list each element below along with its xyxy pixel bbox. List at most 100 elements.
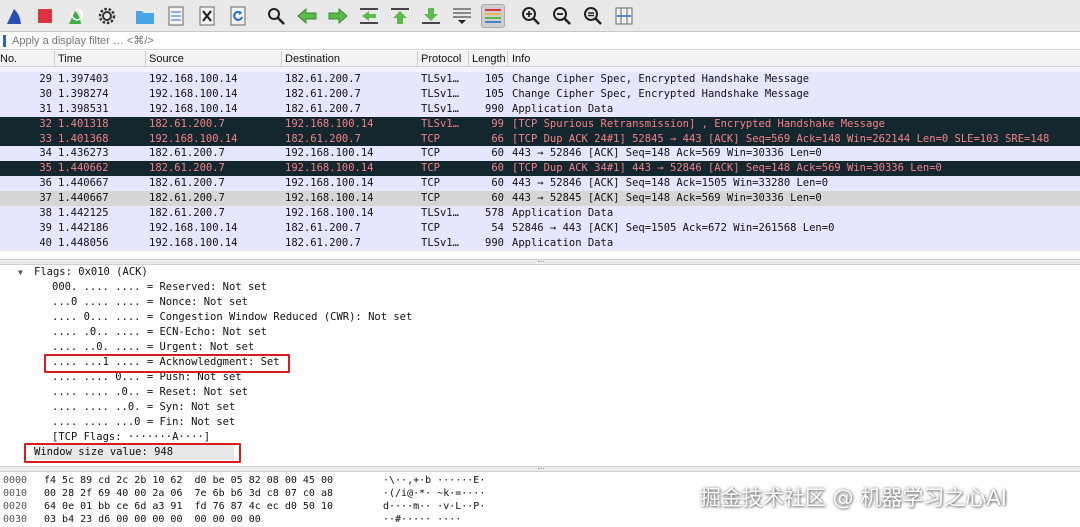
bytes-ascii[interactable]: ·\··,+·b ······E· (383, 474, 485, 487)
packet-cell-len: 990 (485, 102, 504, 115)
packet-list-header: No. Time Source Destination Protocol Len… (0, 51, 1080, 67)
stop-capture-icon[interactable] (33, 4, 57, 28)
shark-fin-start-icon[interactable] (2, 4, 26, 28)
highlight-box-window-size (24, 443, 241, 463)
packet-row[interactable]: 39 1.442186 192.168.100.14 182.61.200.7 TCP 5… (0, 220, 1080, 236)
column-header-info[interactable]: Info (512, 53, 530, 65)
packet-cell-info: Change Cipher Spec, Encrypted Handshake … (512, 87, 810, 100)
packet-cell-dst: 182.61.200.7 (285, 73, 361, 85)
packet-cell-info: Application Data (512, 236, 614, 249)
bytes-hex[interactable]: 00 28 2f 69 40 00 2a 06 7e 6b b6 3d c8 0… (44, 487, 333, 500)
packet-cell-dst: 192.168.100.14 (285, 117, 374, 130)
column-header-no[interactable]: No. (0, 53, 17, 65)
find-packet-icon[interactable] (264, 4, 288, 28)
packet-row[interactable]: 36 1.440667 182.61.200.7 192.168.100.14 TCP 6… (0, 176, 1080, 192)
flags-header[interactable]: Flags: 0x010 (ACK) (34, 265, 148, 280)
column-header-source[interactable]: Source (149, 53, 184, 65)
expand-triangle-icon[interactable]: ▼ (18, 268, 23, 277)
bytes-ascii[interactable]: ·(/i@·*· ~k·=···· (383, 487, 485, 500)
packet-cell-len: 105 (485, 73, 504, 85)
column-header-protocol[interactable]: Protocol (421, 53, 461, 65)
column-header-length[interactable]: Length (472, 53, 506, 65)
packet-cell-src: 192.168.100.14 (149, 87, 238, 100)
packet-cell-len: 60 (491, 162, 504, 175)
flag-line[interactable]: .... .... .0.. = Reset: Not set (52, 385, 248, 400)
filter-bookmark-icon[interactable] (3, 34, 6, 47)
column-header-time[interactable]: Time (58, 53, 82, 65)
packet-details-pane: ▼ Flags: 0x010 (ACK) 000. .... .... = Re… (0, 265, 1080, 466)
packet-cell-info: [TCP Dup ACK 34#1] 443 → 52846 [ACK] Seq… (512, 162, 942, 175)
packet-cell-dst: 182.61.200.7 (285, 87, 361, 100)
packet-cell-info: Change Cipher Spec, Encrypted Handshake … (512, 73, 810, 85)
bytes-offset: 0020 (3, 501, 28, 512)
packet-cell-time: 1.440667 (58, 192, 109, 205)
main-toolbar (0, 0, 1080, 32)
packet-cell-info: 443 → 52846 [ACK] Seq=148 Ack=1505 Win=3… (512, 177, 829, 190)
packet-row[interactable]: 35 1.440662 182.61.200.7 192.168.100.14 TCP 6… (0, 161, 1080, 177)
bytes-hex[interactable]: 03 b4 23 d6 00 00 00 00 00 00 00 00 (44, 513, 261, 526)
packet-cell-time: 1.442186 (58, 221, 109, 234)
packet-cell-src: 182.61.200.7 (149, 147, 225, 160)
flag-line[interactable]: 000. .... .... = Reserved: Not set (52, 280, 267, 295)
packet-cell-no: 30 (39, 87, 52, 100)
zoom-out-icon[interactable] (550, 4, 574, 28)
packet-cell-time: 1.442125 (58, 207, 109, 220)
go-to-packet-icon[interactable] (357, 4, 381, 28)
packet-row[interactable]: 30 1.398274 192.168.100.14 182.61.200.7 TLSv… (0, 86, 1080, 102)
packet-cell-time: 1.448056 (58, 236, 109, 249)
go-first-packet-icon[interactable] (388, 4, 412, 28)
close-file-icon[interactable] (195, 4, 219, 28)
packet-cell-proto: TCP (421, 147, 440, 160)
zoom-in-icon[interactable] (519, 4, 543, 28)
watermark-text: 掘金技术社区 @ 机器学习之心AI (700, 486, 1007, 510)
packet-cell-dst: 182.61.200.7 (285, 221, 361, 234)
column-header-destination[interactable]: Destination (285, 53, 340, 65)
packet-row[interactable]: 31 1.398531 192.168.100.14 182.61.200.7 TLSv… (0, 101, 1080, 117)
packet-row[interactable]: 38 1.442125 182.61.200.7 192.168.100.14 TLSv… (0, 206, 1080, 221)
flag-line[interactable]: ...0 .... .... = Nonce: Not set (52, 295, 248, 310)
normal-size-icon[interactable] (581, 4, 605, 28)
packet-row[interactable]: 33 1.401368 192.168.100.14 182.61.200.7 TCP 6… (0, 131, 1080, 147)
flag-line[interactable]: .... .0.. .... = ECN-Echo: Not set (52, 325, 267, 340)
resize-columns-icon[interactable] (612, 4, 636, 28)
packet-cell-time: 1.401318 (58, 117, 109, 130)
capture-options-gear-icon[interactable] (95, 4, 119, 28)
reload-icon[interactable] (226, 4, 250, 28)
auto-scroll-icon[interactable] (450, 4, 474, 28)
packet-row[interactable]: 34 1.436273 182.61.200.7 192.168.100.14 TCP 6… (0, 146, 1080, 162)
packet-cell-dst: 192.168.100.14 (285, 147, 374, 160)
bytes-ascii[interactable]: ··#····· ···· (383, 513, 461, 526)
packet-cell-proto: TLSv1… (421, 73, 459, 85)
bytes-hex[interactable]: 64 0e 01 bb ce 6d a3 91 fd 76 87 4c ec d… (44, 500, 333, 513)
colorize-icon[interactable] (481, 3, 505, 28)
packet-cell-dst: 192.168.100.14 (285, 162, 374, 175)
bytes-ascii[interactable]: d····m·· ·v·L··P· (383, 500, 485, 513)
flag-line[interactable]: .... .... ...0 = Fin: Not set (52, 415, 235, 430)
go-back-icon[interactable] (295, 4, 319, 28)
bytes-hex[interactable]: f4 5c 89 cd 2c 2b 10 62 d0 be 05 82 08 0… (44, 474, 333, 487)
go-forward-icon[interactable] (326, 4, 350, 28)
packet-cell-src: 182.61.200.7 (149, 192, 225, 205)
packet-cell-src: 192.168.100.14 (149, 221, 238, 234)
packet-row[interactable]: 40 1.448056 192.168.100.14 182.61.200.7 TLSv… (0, 235, 1080, 251)
packet-row[interactable]: 32 1.401318 182.61.200.7 192.168.100.14 TLSv… (0, 116, 1080, 132)
packet-cell-time: 1.398274 (58, 87, 109, 100)
bytes-row: 0020 64 0e 01 bb ce 6d a3 91 fd 76 87 4c … (0, 500, 700, 513)
packet-cell-src: 182.61.200.7 (149, 117, 225, 130)
flag-line[interactable]: .... ..0. .... = Urgent: Not set (52, 340, 254, 355)
save-file-icon[interactable] (164, 4, 188, 28)
packet-cell-len: 66 (491, 132, 504, 145)
flag-line[interactable]: .... 0... .... = Congestion Window Reduc… (52, 310, 412, 325)
packet-cell-src: 192.168.100.14 (149, 236, 238, 249)
go-last-packet-icon[interactable] (419, 4, 443, 28)
restart-capture-icon[interactable] (64, 4, 88, 28)
packet-cell-proto: TCP (421, 162, 440, 175)
display-filter-input[interactable] (12, 34, 612, 47)
packet-cell-info: [TCP Dup ACK 24#1] 52845 → 443 [ACK] Seq… (512, 132, 1050, 145)
flag-line[interactable]: .... .... ..0. = Syn: Not set (52, 400, 235, 415)
packet-cell-src: 192.168.100.14 (149, 132, 238, 145)
packet-cell-time: 1.440662 (58, 162, 109, 175)
open-folder-icon[interactable] (133, 4, 157, 28)
packet-row[interactable]: 37 1.440667 182.61.200.7 192.168.100.14 TCP 6… (0, 191, 1080, 207)
packet-row[interactable]: 29 1.397403 192.168.100.14 182.61.200.7 TLSv… (0, 72, 1080, 87)
